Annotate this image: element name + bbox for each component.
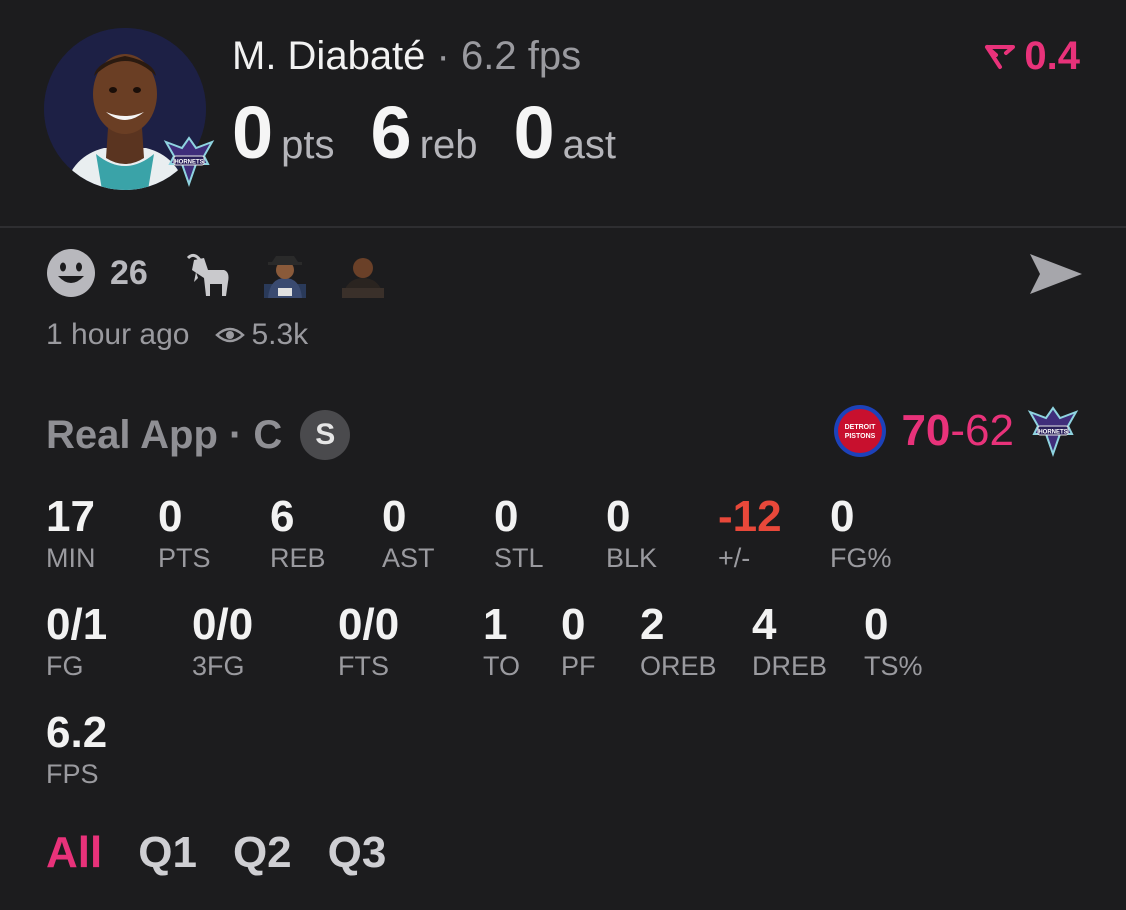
- stat-label: BLK: [606, 543, 658, 573]
- hornets-logo-icon: HORNETS: [1027, 406, 1079, 458]
- tab-q1[interactable]: Q1: [138, 828, 197, 878]
- stat-label: PTS: [158, 543, 211, 573]
- pistons-logo-icon: DETROIT PISTONS: [834, 405, 887, 457]
- stat-ast: 0 AST: [382, 492, 435, 574]
- stat-label: TO: [483, 651, 521, 681]
- svg-text:DETROIT: DETROIT: [845, 424, 876, 431]
- stat-pts: 0 PTS: [158, 492, 211, 574]
- game-score[interactable]: DETROIT PISTONS 70 - 62 HORNETS: [833, 404, 1080, 458]
- stat-ts-pct: 0 TS%: [864, 600, 923, 682]
- stat-oreb: 2 OREB: [640, 600, 717, 682]
- stat-value: 0: [606, 492, 631, 541]
- stat-reb: 6 REB: [270, 492, 326, 574]
- stat-to: 1 TO: [483, 600, 520, 682]
- header-statline: 0 pts 6 reb 0 ast: [232, 90, 652, 175]
- stat-fps: 6.2 FPS: [46, 708, 107, 790]
- stat-value: 0/0: [192, 600, 254, 649]
- player-name[interactable]: M. Diabaté: [232, 34, 425, 78]
- goat-icon[interactable]: [182, 248, 232, 298]
- tab-all[interactable]: All: [46, 828, 102, 878]
- stat-value: 0: [382, 492, 407, 541]
- period-tabs: All Q1 Q2 Q3: [46, 828, 422, 878]
- header-reb-unit: reb: [419, 123, 478, 167]
- stat-fg-pct: 0 FG%: [830, 492, 892, 574]
- stat-label: REB: [270, 543, 326, 573]
- separator: ·: [436, 34, 450, 78]
- post-time: 1 hour ago: [46, 318, 190, 351]
- header-ast-unit: ast: [562, 123, 616, 167]
- tab-q2[interactable]: Q2: [233, 828, 292, 878]
- svg-text:PISTONS: PISTONS: [845, 433, 876, 440]
- header-pts-unit: pts: [281, 123, 335, 167]
- header-reb-value: 6: [370, 91, 412, 174]
- stat-fg: 0/1 FG: [46, 600, 107, 682]
- source-label: Real App · C: [46, 412, 283, 457]
- header-pts-value: 0: [232, 91, 274, 174]
- hornets-logo-icon: HORNETS: [162, 134, 216, 188]
- stat-3fg: 0/0 3FG: [192, 600, 253, 682]
- player-fps: 6.2 fps: [461, 34, 582, 78]
- stat-value: 0: [494, 492, 519, 541]
- stat-label: STL: [494, 543, 544, 573]
- stat-stl: 0 STL: [494, 492, 544, 574]
- score-dash: -: [950, 406, 966, 455]
- stat-min: 17 MIN: [46, 492, 96, 574]
- stat-label: OREB: [640, 651, 717, 681]
- stat-value: 1: [483, 600, 508, 649]
- person-sticker-2-icon[interactable]: [338, 248, 388, 298]
- tab-q3[interactable]: Q3: [328, 828, 387, 878]
- stat-value: 0: [830, 492, 855, 541]
- stat-value: 17: [46, 492, 95, 541]
- stat-label: DREB: [752, 651, 828, 681]
- stat-label: +/-: [718, 543, 751, 573]
- stat-value: 0: [158, 492, 183, 541]
- stat-value: 6: [270, 492, 295, 541]
- view-count: 5.3k: [251, 318, 309, 351]
- divider: [0, 226, 1126, 228]
- stat-value: 0/1: [46, 600, 108, 649]
- stat-blk: 0 BLK: [606, 492, 657, 574]
- post-meta: 1 hour ago 5.3k: [46, 318, 308, 352]
- stat-label: FPS: [46, 759, 99, 789]
- smiley-icon[interactable]: [46, 248, 96, 298]
- stat-label: FTS: [338, 651, 389, 681]
- stat-value: 4: [752, 600, 777, 649]
- s-badge[interactable]: S: [300, 410, 351, 460]
- stat-value: 0: [864, 600, 889, 649]
- stat-value: -12: [718, 492, 782, 541]
- stat-label: MIN: [46, 543, 96, 573]
- stat-label: AST: [382, 543, 435, 573]
- person-sticker-1-icon[interactable]: [260, 248, 310, 298]
- reactions-row: 26: [46, 248, 416, 298]
- svg-text:HORNETS: HORNETS: [1038, 430, 1067, 436]
- stat-label: PF: [561, 651, 596, 681]
- trend-down-icon: [985, 44, 1016, 69]
- score-trail: 62: [965, 406, 1014, 455]
- stat-value: 0/0: [338, 600, 400, 649]
- stat-fts: 0/0 FTS: [338, 600, 399, 682]
- stat-label: FG%: [830, 543, 892, 573]
- stat-value: 6.2: [46, 708, 108, 757]
- stat-value: 0: [561, 600, 586, 649]
- stat-dreb: 4 DREB: [752, 600, 827, 682]
- stat-value: 2: [640, 600, 665, 649]
- stat-pf: 0 PF: [561, 600, 596, 682]
- eye-icon: [215, 327, 246, 343]
- svg-text:HORNETS: HORNETS: [174, 160, 203, 166]
- stat-label: TS%: [864, 651, 923, 681]
- stat-label: 3FG: [192, 651, 245, 681]
- trend-indicator[interactable]: 0.4: [984, 34, 1080, 79]
- reaction-count[interactable]: 26: [110, 254, 148, 293]
- stat-plus-minus: -12 +/-: [718, 492, 782, 574]
- trend-value: 0.4: [1024, 34, 1080, 78]
- score-lead: 70: [901, 406, 951, 455]
- player-line[interactable]: M. Diabaté · 6.2 fps: [232, 34, 581, 79]
- source-row: Real App · C S: [46, 410, 351, 460]
- header-ast-value: 0: [513, 91, 555, 174]
- send-icon[interactable]: [1028, 250, 1084, 298]
- stat-label: FG: [46, 651, 84, 681]
